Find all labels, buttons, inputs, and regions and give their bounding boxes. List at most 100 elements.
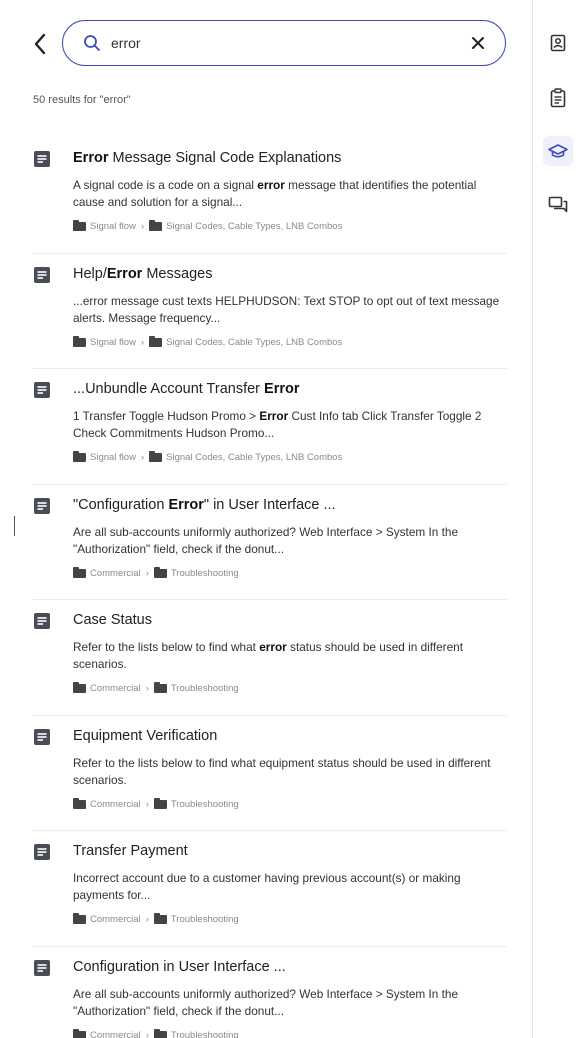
text-run: Refer to the lists below to find what [73,640,260,654]
results-count: 50 results for "error" [33,94,131,106]
search-result-item[interactable]: Help/Error Messages ...error message cust… [33,254,509,369]
result-title[interactable]: ...Unbundle Account Transfer Error [73,381,300,397]
rail-button-learning[interactable] [543,136,573,166]
graduation-cap-icon [548,144,568,158]
breadcrumb-separator: › [145,683,149,694]
search-result-item[interactable]: Error Message Signal Code Explanations A … [33,138,507,254]
document-icon [33,381,51,399]
search-box[interactable] [62,20,506,66]
text-run: " in User Interface ... [203,496,336,513]
breadcrumb-label[interactable]: Commercial [90,683,141,694]
result-snippet: Refer to the lists below to find what eq… [73,755,509,789]
folder-icon [73,1028,86,1038]
search-result-item[interactable]: Transfer Payment Incorrect account due to… [33,831,507,947]
result-snippet: ...error message cust texts HELPHUDSON: … [73,293,509,327]
result-title[interactable]: Equipment Verification [73,728,217,744]
result-snippet: Are all sub-accounts uniformly authorize… [73,986,509,1020]
result-title[interactable]: Help/Error Messages [73,266,212,282]
result-breadcrumb: Commercial › Troubleshooting [73,566,239,579]
result-snippet: A signal code is a code on a signal erro… [73,177,509,211]
breadcrumb-separator: › [140,336,145,348]
result-title[interactable]: Error Message Signal Code Explanations [73,150,341,166]
text-run: "Configuration [73,496,169,513]
breadcrumb-label[interactable]: Troubleshooting [171,799,239,810]
result-breadcrumb: Commercial › Troubleshooting [73,797,239,810]
text-run: Message Signal Code Explanations [108,150,342,166]
clear-search-button[interactable] [467,32,489,54]
result-snippet: 1 Transfer Toggle Hudson Promo > Error C… [73,408,509,442]
result-breadcrumb: Signal flow › Signal Codes, Cable Types, L… [73,451,342,463]
result-snippet: Incorrect account due to a customer havi… [73,870,509,904]
search-result-item[interactable]: "Configuration Error" in User Interface … [33,485,509,600]
text-run: Incorrect account due to a customer havi… [73,871,461,902]
rail-button-chat[interactable] [543,190,573,220]
result-title[interactable]: Case Status [73,612,152,628]
text-run: Equipment Verification [73,727,218,744]
result-title[interactable]: "Configuration Error" in User Interface … [73,497,336,513]
text-run: Transfer Payment [73,843,188,859]
breadcrumb-separator: › [145,567,149,579]
highlight-term: error [259,640,287,654]
contact-card-icon [550,34,566,52]
document-icon [33,728,51,746]
search-icon [83,33,103,53]
divider [14,516,15,536]
search-panel: 50 results for "error" Error Message Sig… [0,0,532,1038]
clipboard-icon [550,88,566,108]
breadcrumb-separator: › [145,798,149,810]
document-icon [33,497,51,515]
search-input[interactable] [111,35,467,51]
highlight-term: Error [259,409,289,423]
folder-icon [73,335,86,347]
breadcrumb-label[interactable]: Troubleshooting [171,568,239,579]
breadcrumb-label[interactable]: Signal flow [90,221,136,232]
text-run: Are all sub-accounts uniformly authorize… [73,986,459,1018]
results-list: Error Message Signal Code Explanations A … [33,138,507,1038]
document-icon [33,612,51,630]
breadcrumb-label[interactable]: Commercial [90,568,141,579]
folder-icon [153,913,167,924]
breadcrumb-label[interactable]: Troubleshooting [171,683,239,694]
folder-icon [73,797,86,809]
folder-icon [73,451,86,462]
breadcrumb-label[interactable]: Signal flow [90,452,136,463]
folder-icon [73,566,86,578]
result-snippet: Are all sub-accounts uniformly authorize… [73,524,509,558]
folder-icon [149,220,163,231]
folder-icon [153,1028,167,1038]
text-run: Messages [142,265,213,282]
search-result-item[interactable]: Configuration in User Interface ... Are a… [33,947,507,1038]
text-run: A signal code is a code on a signal [73,178,258,192]
document-icon [33,843,51,861]
breadcrumb-label[interactable]: Signal Codes, Cable Types, LNB Combos [166,337,342,348]
result-breadcrumb: Commercial › Troubleshooting [73,1028,239,1038]
text-run: Configuration in User Interface ... [73,958,286,975]
close-icon [472,37,484,49]
search-result-item[interactable]: Case Status Refer to the lists below to f… [33,600,507,716]
text-run: ...error message cust texts HELPHUDSON: … [73,293,500,325]
breadcrumb-label[interactable]: Troubleshooting [171,914,239,925]
folder-icon [73,220,86,231]
result-snippet: Refer to the lists below to find what er… [73,639,509,673]
highlight-term: Error [73,150,109,166]
rail-button-contact[interactable] [543,28,573,58]
breadcrumb-label[interactable]: Commercial [90,914,141,925]
breadcrumb-label[interactable]: Signal Codes, Cable Types, LNB Combos [166,221,342,232]
breadcrumb-label[interactable]: Commercial [90,799,141,810]
breadcrumb-label[interactable]: Signal Codes, Cable Types, LNB Combos [166,452,342,463]
search-result-item[interactable]: Equipment Verification Refer to the lists… [33,716,509,831]
result-title[interactable]: Configuration in User Interface ... [73,959,286,975]
document-icon [33,150,51,168]
text-run: Are all sub-accounts uniformly authorize… [73,524,459,556]
breadcrumb-separator: › [140,221,145,232]
breadcrumb-label[interactable]: Commercial [90,1030,141,1038]
folder-icon [153,566,167,578]
back-button[interactable] [28,30,52,58]
result-title[interactable]: Transfer Payment [73,843,188,859]
breadcrumb-label[interactable]: Troubleshooting [171,1030,239,1038]
breadcrumb-separator: › [140,452,145,463]
rail-button-clipboard[interactable] [543,83,573,113]
chat-bubbles-icon [548,196,568,213]
search-result-item[interactable]: ...Unbundle Account Transfer Error 1 Tran… [33,369,507,485]
breadcrumb-label[interactable]: Signal flow [90,337,136,348]
